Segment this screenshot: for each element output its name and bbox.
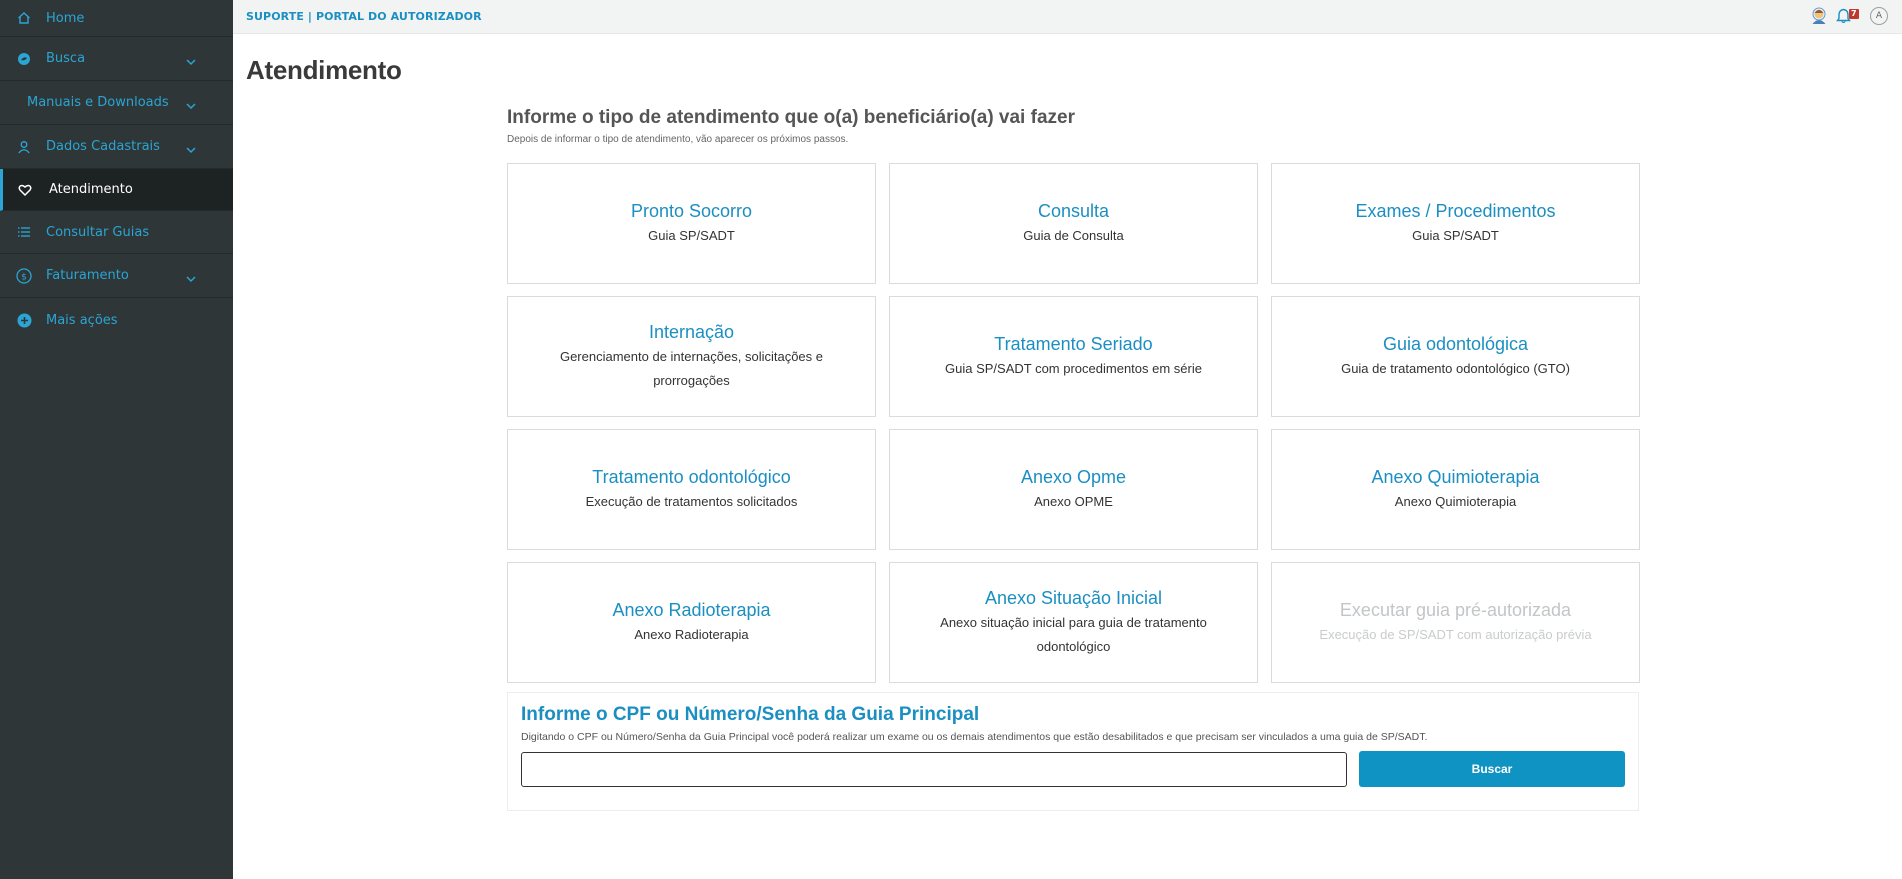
card-title: Guia odontológica (1382, 333, 1529, 354)
card-title: Anexo Opme (1020, 466, 1127, 487)
sidebar-item-label: Busca (46, 51, 86, 66)
card-subtitle: Guia SP/SADT (1412, 227, 1499, 243)
sidebar-item-faturamento[interactable]: $ Faturamento (0, 254, 233, 298)
card-subtitle: Gerenciamento de internações, solicitaçõ… (559, 348, 824, 388)
sidebar-item-manuais-downloads[interactable]: Manuais e Downloads (0, 81, 233, 125)
card-title: Tratamento odontológico (592, 466, 791, 487)
cpf-search-description: Digitando o CPF ou Número/Senha da Guia … (521, 731, 1428, 743)
card-tratamento-seriado[interactable]: Tratamento Seriado Guia SP/SADT com proc… (889, 296, 1258, 417)
card-subtitle: Guia de tratamento odontológico (GTO) (1341, 360, 1570, 376)
card-title: Tratamento Seriado (994, 333, 1153, 354)
sidebar-item-label: Atendimento (49, 182, 133, 197)
plus-circle-icon (16, 312, 32, 328)
chevron-down-icon (185, 53, 197, 65)
sidebar-item-label: Faturamento (46, 268, 129, 283)
cpf-search-panel: Informe o CPF ou Número/Senha da Guia Pr… (507, 692, 1639, 811)
card-anexo-opme[interactable]: Anexo Opme Anexo OPME (889, 429, 1258, 550)
card-subtitle: Guia SP/SADT com procedimentos em série (945, 360, 1202, 376)
sidebar-item-label: Consultar Guias (46, 224, 150, 240)
card-title: Internação (648, 321, 735, 342)
attendance-type-grid: Pronto Socorro Guia SP/SADT Consulta Gui… (507, 163, 1640, 683)
user-avatar[interactable]: A (1870, 7, 1888, 25)
sidebar-item-consultar-guias[interactable]: Consultar Guias (0, 211, 233, 254)
card-executar-guia-pre-autorizada: Executar guia pré-autorizada Execução de… (1271, 562, 1640, 683)
card-subtitle: Guia SP/SADT (648, 227, 735, 243)
sidebar-item-busca[interactable]: Busca (0, 37, 233, 81)
notifications-button[interactable]: 7 (1836, 7, 1862, 25)
card-title: Anexo Radioterapia (612, 599, 771, 620)
card-subtitle: Anexo Radioterapia (634, 626, 749, 642)
card-exames-procedimentos[interactable]: Exames / Procedimentos Guia SP/SADT (1271, 163, 1640, 284)
sidebar-item-label: Manuais e Downloads (27, 95, 169, 110)
sidebar-item-label: Mais ações (46, 312, 118, 328)
card-subtitle: Execução de tratamentos solicitados (585, 493, 798, 509)
cpf-guia-input[interactable] (521, 752, 1347, 787)
home-icon (16, 10, 32, 26)
buscar-button[interactable]: Buscar (1359, 751, 1625, 787)
card-internacao[interactable]: Internação Gerenciamento de internações,… (507, 296, 876, 417)
sidebar-item-label: Dados Cadastrais (46, 139, 160, 154)
card-anexo-radioterapia[interactable]: Anexo Radioterapia Anexo Radioterapia (507, 562, 876, 683)
card-subtitle: Execução de SP/SADT com autorização prév… (1319, 626, 1592, 642)
sidebar-item-home[interactable]: Home (0, 0, 233, 37)
top-bar: SUPORTE | PORTAL DO AUTORIZADOR 7 A (233, 0, 1902, 34)
card-title: Anexo Situação Inicial (984, 587, 1163, 608)
card-title: Anexo Quimioterapia (1371, 466, 1540, 487)
sidebar-item-dados-cadastrais[interactable]: Dados Cadastrais (0, 125, 233, 169)
chevron-down-icon (185, 270, 197, 282)
portal-brand[interactable]: SUPORTE | PORTAL DO AUTORIZADOR (246, 10, 482, 23)
attendance-type-heading: Informe o tipo de atendimento que o(a) b… (507, 107, 1075, 128)
card-subtitle: Anexo Quimioterapia (1394, 493, 1517, 509)
card-anexo-quimioterapia[interactable]: Anexo Quimioterapia Anexo Quimioterapia (1271, 429, 1640, 550)
sidebar-item-mais-acoes[interactable]: Mais ações (0, 298, 233, 342)
top-bar-actions: 7 A (1810, 7, 1888, 25)
dollar-icon: $ (16, 267, 32, 284)
user-icon (16, 139, 32, 155)
page-title: Atendimento (246, 55, 402, 85)
card-title: Exames / Procedimentos (1355, 200, 1556, 221)
notification-badge: 7 (1849, 9, 1859, 19)
sidebar: Home Busca Manuais e Downloads Dados Cad… (0, 0, 233, 879)
card-subtitle: Guia de Consulta (1023, 227, 1124, 243)
card-anexo-situacao-inicial[interactable]: Anexo Situação Inicial Anexo situação in… (889, 562, 1258, 683)
card-subtitle: Anexo situação inicial para guia de trat… (940, 614, 1207, 654)
chevron-down-icon (185, 97, 197, 109)
sidebar-item-atendimento[interactable]: Atendimento (0, 169, 233, 211)
support-agent-icon[interactable] (1810, 7, 1828, 25)
card-guia-odontologica[interactable]: Guia odontológica Guia de tratamento odo… (1271, 296, 1640, 417)
svg-text:$: $ (21, 272, 27, 282)
cpf-search-title: Informe o CPF ou Número/Senha da Guia Pr… (521, 704, 980, 725)
card-title: Consulta (1037, 200, 1110, 221)
attendance-type-hint: Depois de informar o tipo de atendimento… (507, 134, 849, 145)
card-tratamento-odontologico[interactable]: Tratamento odontológico Execução de trat… (507, 429, 876, 550)
sidebar-item-label: Home (46, 10, 85, 26)
card-title: Executar guia pré-autorizada (1339, 599, 1572, 620)
card-pronto-socorro[interactable]: Pronto Socorro Guia SP/SADT (507, 163, 876, 284)
card-consulta[interactable]: Consulta Guia de Consulta (889, 163, 1258, 284)
heart-icon (17, 182, 33, 198)
card-title: Pronto Socorro (630, 200, 753, 221)
chevron-down-icon (185, 141, 197, 153)
list-icon (16, 224, 32, 240)
bird-icon (16, 51, 32, 67)
card-subtitle: Anexo OPME (1034, 493, 1113, 509)
